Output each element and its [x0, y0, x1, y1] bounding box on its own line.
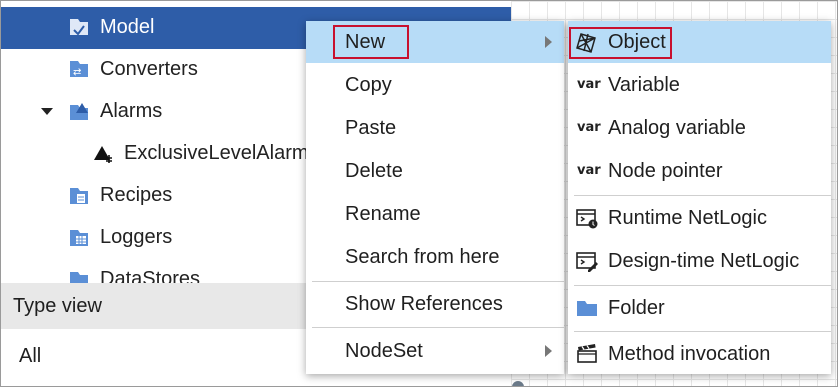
tree-item-label: ExclusiveLevelAlarm [124, 142, 309, 164]
submenu-arrow-icon [545, 36, 552, 48]
model-icon [70, 19, 88, 36]
type-view-filter-value[interactable]: All [19, 345, 41, 368]
menu-item-show-references[interactable]: Show References [306, 283, 564, 325]
tree-item-label: Recipes [100, 184, 173, 206]
submenu-item-label: Variable [608, 74, 680, 96]
variable-icon: var [577, 120, 601, 135]
folder-icon [577, 301, 597, 316]
menu-separator [574, 285, 831, 286]
context-menu: New Copy Paste Delete Rename Search from… [306, 21, 564, 374]
submenu-item-runtime-netlogic[interactable]: Runtime NetLogic [568, 197, 831, 239]
menu-separator [574, 195, 831, 196]
submenu-item-method-invocation[interactable]: Method invocation [568, 333, 831, 375]
submenu-item-label: Node pointer [608, 160, 723, 182]
submenu-item-folder[interactable]: Folder [568, 287, 831, 329]
menu-separator [312, 281, 564, 282]
submenu-item-variable[interactable]: var Variable [568, 64, 831, 106]
annotation-box [569, 27, 672, 59]
submenu-item-design-time-netlogic[interactable]: Design-time NetLogic [568, 240, 831, 282]
runtime-netlogic-icon [576, 209, 598, 229]
level-alarm-icon [94, 146, 112, 163]
new-submenu: Object var Variable var Analog variable … [568, 21, 831, 374]
menu-item-label: Paste [345, 117, 397, 139]
converters-icon: ⇄ [70, 61, 88, 78]
menu-item-label: Search from here [345, 246, 500, 268]
recipes-icon [70, 188, 88, 204]
tree-item-label: Converters [100, 58, 198, 80]
menu-separator [574, 331, 831, 332]
submenu-item-label: Method invocation [608, 343, 771, 365]
type-view-title: Type view [13, 295, 102, 317]
scroll-handle[interactable] [512, 381, 524, 386]
menu-item-label: Show References [345, 293, 503, 315]
submenu-item-label: Analog variable [608, 117, 746, 139]
tree-item-label: Model [100, 16, 155, 38]
menu-item-label: Copy [345, 74, 392, 96]
submenu-arrow-icon [545, 345, 552, 357]
annotation-box [333, 25, 409, 59]
menu-item-label: Rename [345, 203, 421, 225]
menu-item-nodeset[interactable]: NodeSet [306, 330, 564, 372]
svg-text:⇄: ⇄ [73, 67, 81, 78]
variable-icon: var [577, 163, 601, 178]
submenu-item-label: Runtime NetLogic [608, 207, 767, 229]
submenu-item-analog-variable[interactable]: var Analog variable [568, 107, 831, 149]
loggers-icon [70, 230, 88, 246]
menu-separator [312, 327, 564, 328]
menu-item-label: Delete [345, 160, 403, 182]
submenu-item-node-pointer[interactable]: var Node pointer [568, 150, 831, 192]
menu-item-delete[interactable]: Delete [306, 150, 564, 192]
alarms-folder-icon [70, 103, 88, 120]
method-invocation-icon [577, 344, 597, 363]
expand-arrow-icon[interactable] [41, 108, 53, 115]
variable-icon: var [577, 77, 601, 92]
submenu-item-label: Folder [608, 297, 665, 319]
menu-item-rename[interactable]: Rename [306, 193, 564, 235]
menu-item-search-from-here[interactable]: Search from here [306, 236, 564, 278]
designtime-netlogic-icon [576, 252, 598, 272]
menu-item-paste[interactable]: Paste [306, 107, 564, 149]
submenu-item-label: Design-time NetLogic [608, 250, 800, 272]
menu-item-copy[interactable]: Copy [306, 64, 564, 106]
app-window: Model ⇄ Converters Alarms ExclusiveLevel… [0, 0, 838, 387]
tree-item-label: Alarms [100, 100, 163, 122]
tree-item-label: Loggers [100, 226, 173, 248]
menu-item-label: NodeSet [345, 340, 423, 362]
